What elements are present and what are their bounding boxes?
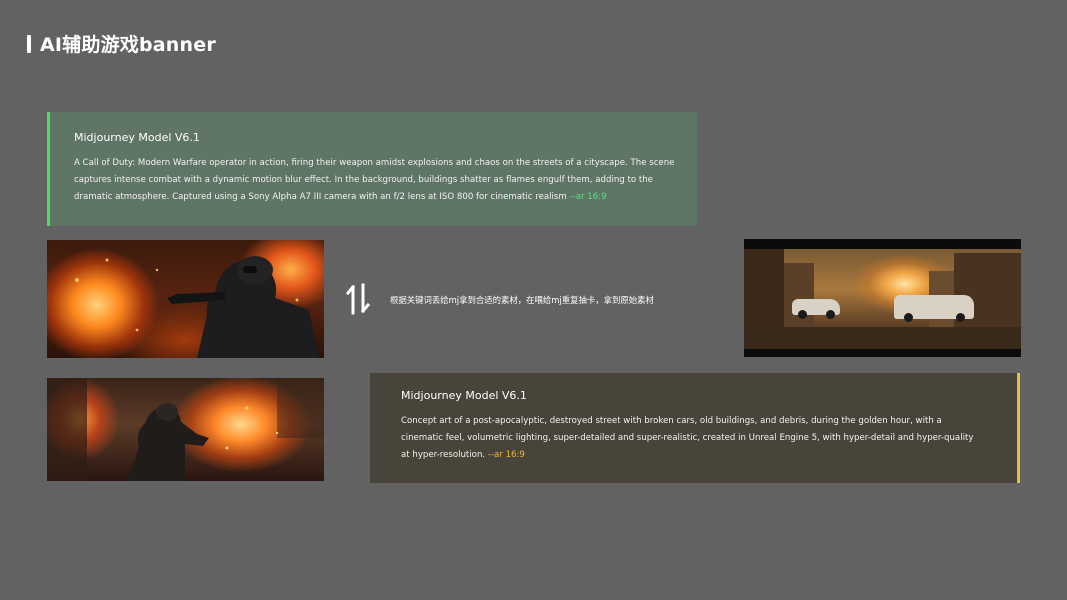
prompt-text: A Call of Duty: Modern Warfare operator … [74,155,677,206]
soldier-street-fire-image [47,378,324,481]
prompt-text: Concept art of a post-apocalyptic, destr… [401,413,977,464]
aspect-ratio-param: --ar 16:9 [569,192,607,202]
workflow-caption: 根据关键词丢给mj拿到合适的素材，在喂给mj重复抽卡，拿到原始素材 [390,295,654,305]
prompt-card-top: Midjourney Model V6.1 A Call of Duty: Mo… [47,112,697,226]
swap-vertical-icon [346,283,370,315]
soldier-silhouette-2 [47,378,324,481]
model-label: Midjourney Model V6.1 [74,131,200,144]
ruined-street-image [744,239,1021,357]
aspect-ratio-param: --ar 16:9 [487,450,525,460]
title-bar: AI辅助游戏banner [27,30,216,57]
soldier-silhouette [75,256,319,358]
prompt-body: Concept art of a post-apocalyptic, destr… [401,416,974,460]
soldier-explosion-image [47,240,324,358]
model-label: Midjourney Model V6.1 [401,389,527,402]
title-accent-bar [27,34,31,53]
page-title: AI辅助游戏banner [40,34,216,56]
prompt-card-bottom: Midjourney Model V6.1 Concept art of a p… [370,373,1020,483]
